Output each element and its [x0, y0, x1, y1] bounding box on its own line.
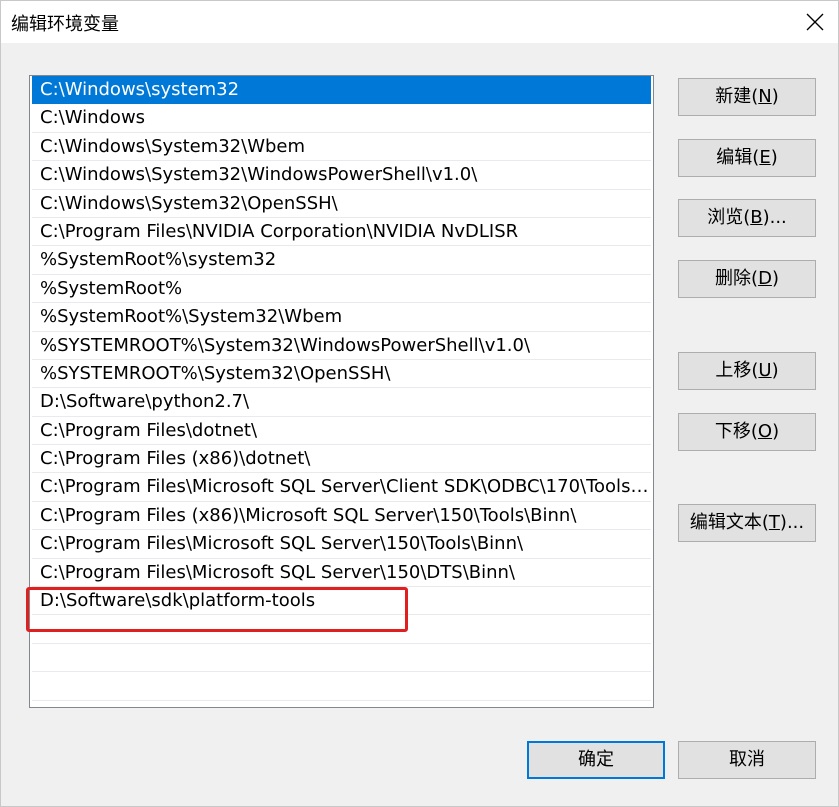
delete-button-key: D [758, 268, 772, 289]
edit-env-var-dialog: 编辑环境变量 C:\Windows\system32 C:\Windows C:\W… [0, 0, 839, 807]
delete-button-label: 删除( [715, 268, 759, 289]
path-list-item[interactable]: %SystemRoot%\system32 [32, 246, 651, 275]
ok-button[interactable]: 确定 [527, 741, 665, 779]
cancel-button-label: 取消 [729, 749, 765, 770]
close-button[interactable] [792, 1, 838, 43]
new-button-end: ) [771, 86, 779, 107]
new-button-label: 新建( [715, 86, 759, 107]
ok-button-label: 确定 [578, 749, 614, 770]
edit-text-button-key: T [768, 512, 780, 533]
cancel-button[interactable]: 取消 [678, 741, 816, 779]
edit-button-label: 编辑( [716, 147, 760, 168]
path-list-item[interactable]: C:\Program Files\NVIDIA Corporation\NVID… [32, 218, 651, 247]
path-list-empty-row[interactable] [32, 672, 651, 701]
move-down-button[interactable]: 下移(O) [678, 413, 816, 451]
path-list-item[interactable]: D:\Software\sdk\platform-tools [32, 587, 651, 616]
move-up-button[interactable]: 上移(U) [678, 352, 816, 390]
edit-text-button[interactable]: 编辑文本(T)... [678, 504, 816, 542]
path-list[interactable]: C:\Windows\system32 C:\Windows C:\Windows\… [29, 75, 654, 708]
path-list-item[interactable]: C:\Program Files\dotnet\ [32, 417, 651, 446]
path-list-item[interactable]: C:\Program Files (x86)\Microsoft SQL Ser… [32, 502, 651, 531]
path-list-item[interactable]: C:\Program Files\Microsoft SQL Server\15… [32, 559, 651, 588]
browse-button[interactable]: 浏览(B)... [678, 199, 816, 237]
path-list-item[interactable]: C:\Program Files (x86)\dotnet\ [32, 445, 651, 474]
browse-button-key: B [750, 207, 763, 228]
path-list-item[interactable]: C:\Windows [32, 104, 651, 133]
path-list-item[interactable]: C:\Windows\System32\Wbem [32, 133, 651, 162]
edit-text-button-label: 编辑文本( [689, 512, 769, 533]
path-list-item[interactable]: C:\Windows\System32\OpenSSH\ [32, 190, 651, 218]
edit-button-end: ) [770, 147, 778, 168]
edit-button[interactable]: 编辑(E) [678, 139, 816, 177]
path-list-item[interactable]: C:\Program Files\Microsoft SQL Server\Cl… [32, 473, 651, 502]
path-list-item[interactable]: C:\Windows\system32 [32, 76, 651, 105]
move-down-button-key: O [757, 421, 773, 442]
title-bar: 编辑环境变量 [1, 1, 838, 43]
delete-button[interactable]: 删除(D) [678, 260, 816, 298]
path-list-item[interactable]: D:\Software\python2.7\ [32, 388, 651, 417]
browse-button-label: 浏览( [707, 207, 751, 228]
path-list-item[interactable]: %SystemRoot% [32, 275, 651, 304]
window-title: 编辑环境变量 [11, 14, 119, 35]
path-list-empty-row[interactable] [32, 615, 651, 644]
move-down-button-end: ) [772, 421, 780, 442]
edit-button-key: E [759, 147, 771, 168]
path-list-item[interactable]: %SYSTEMROOT%\System32\OpenSSH\ [32, 360, 651, 389]
move-up-button-end: ) [771, 360, 779, 381]
delete-button-end: ) [771, 268, 779, 289]
move-up-button-label: 上移( [715, 360, 759, 381]
browse-button-end: )... [762, 207, 787, 228]
new-button[interactable]: 新建(N) [678, 78, 816, 116]
edit-text-button-end: )... [779, 512, 805, 533]
move-up-button-key: U [758, 360, 772, 381]
path-list-empty-row[interactable] [32, 644, 651, 673]
new-button-key: N [758, 86, 772, 107]
path-list-item[interactable]: C:\Program Files\Microsoft SQL Server\15… [32, 530, 651, 559]
path-list-item[interactable]: %SYSTEMROOT%\System32\WindowsPowerShell\… [32, 332, 651, 360]
path-list-item[interactable]: %SystemRoot%\System32\Wbem [32, 303, 651, 332]
move-down-button-label: 下移( [714, 421, 758, 442]
close-icon [806, 13, 824, 31]
path-list-item[interactable]: C:\Windows\System32\WindowsPowerShell\v1… [32, 161, 651, 190]
